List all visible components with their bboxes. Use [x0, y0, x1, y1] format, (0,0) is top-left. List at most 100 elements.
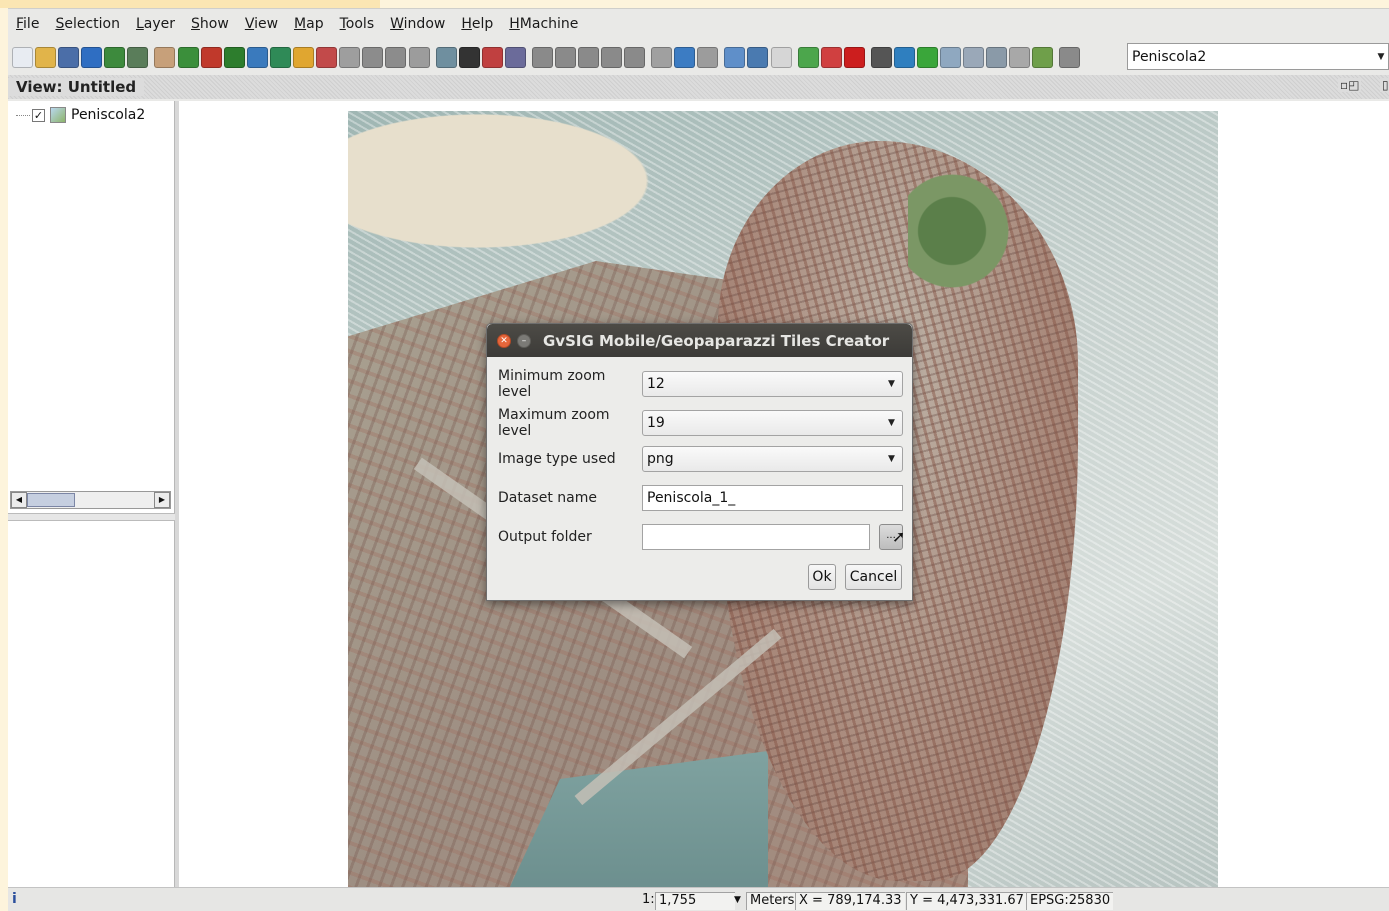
menu-tools[interactable]: Tools — [332, 16, 383, 32]
raster-layer-icon — [50, 107, 66, 123]
geo-tool-icon[interactable] — [797, 46, 819, 68]
min-zoom-label: Minimum zoom level — [498, 368, 606, 400]
upload-icon[interactable] — [81, 46, 103, 68]
dataset-row: Dataset name Peniscola_1_ — [498, 485, 903, 511]
chevron-down-icon: ▼ — [888, 454, 895, 464]
ok-button[interactable]: Ok — [808, 564, 836, 590]
output-folder-label: Output folder — [498, 529, 592, 545]
minimize-icon[interactable]: – — [517, 333, 531, 348]
layer-stack-icon[interactable] — [269, 46, 291, 68]
search-doc-icon[interactable] — [747, 46, 769, 68]
scale-input[interactable]: 1,755 — [655, 892, 735, 910]
menu-layer[interactable]: Layer — [128, 16, 183, 32]
menu-selection[interactable]: Selection — [47, 16, 128, 32]
globe-icon[interactable] — [893, 46, 915, 68]
output-folder-input[interactable] — [642, 524, 870, 550]
max-zoom-row: Maximum zoom level 19 ▼ — [498, 407, 903, 439]
frame-icon[interactable] — [1009, 46, 1031, 68]
browse-folder-button[interactable]: ... ➚ — [879, 524, 906, 550]
scale-dropdown-icon[interactable]: ▼ — [734, 892, 741, 910]
zoom-prev-icon[interactable] — [362, 46, 384, 68]
restore-window-icon[interactable]: ▫◰ — [1338, 78, 1362, 92]
scroll-thumb[interactable] — [27, 493, 75, 507]
zoom-magnify-icon[interactable] — [339, 46, 361, 68]
image-type-row: Image type used png ▼ — [498, 446, 903, 472]
epsg-code: EPSG:25830 — [1026, 892, 1114, 910]
max-zoom-select[interactable]: 19 ▼ — [642, 410, 903, 436]
min-zoom-value: 12 — [647, 376, 665, 392]
cancel-button[interactable]: Cancel — [845, 564, 902, 590]
query-icon[interactable] — [481, 46, 503, 68]
blank-icon[interactable] — [770, 46, 792, 68]
scroll-right-icon[interactable]: ▶ — [154, 492, 170, 508]
map-sheet-icon[interactable] — [986, 46, 1008, 68]
units-label: Meters — [746, 892, 798, 910]
menu-file[interactable]: File — [8, 16, 47, 32]
new-doc-icon[interactable] — [12, 46, 33, 68]
menu-bar: File Selection Layer Show View Map Tools… — [8, 12, 586, 36]
zoom-extent-icon[interactable] — [200, 46, 222, 68]
toc-layer-label: Peniscola2 — [71, 107, 146, 123]
zoom-next-icon[interactable] — [385, 46, 407, 68]
menu-help[interactable]: Help — [453, 16, 501, 32]
toc-horizontal-scrollbar[interactable]: ◀ ▶ — [10, 491, 171, 509]
tools-icon[interactable] — [870, 46, 892, 68]
zoom-layer-icon[interactable] — [293, 46, 315, 68]
target-icon[interactable] — [820, 46, 842, 68]
image-type-value: png — [647, 451, 674, 467]
select-point-icon[interactable] — [531, 46, 553, 68]
panel-divider[interactable] — [8, 513, 175, 521]
pan-hand-icon[interactable] — [154, 46, 176, 68]
toc-layer-item[interactable]: ✓ Peniscola2 — [16, 107, 145, 123]
dialog-titlebar[interactable]: ✕ – GvSIG Mobile/Geopaparazzi Tiles Crea… — [487, 324, 912, 357]
mouse-cursor-icon: ➚ — [892, 527, 906, 546]
zoom-full-icon[interactable] — [177, 46, 199, 68]
zoom-in-icon[interactable] — [223, 46, 245, 68]
image-type-select[interactable]: png ▼ — [642, 446, 903, 472]
menu-view[interactable]: View — [237, 16, 286, 32]
green-square-icon[interactable] — [916, 46, 938, 68]
menu-map[interactable]: Map — [286, 16, 332, 32]
min-zoom-select[interactable]: 12 ▼ — [642, 371, 903, 397]
tree-connector — [16, 114, 30, 116]
layer-visibility-checkbox[interactable]: ✓ — [32, 108, 45, 122]
db-icon[interactable] — [963, 46, 985, 68]
open-folder-icon[interactable] — [35, 46, 57, 68]
maximize-window-icon[interactable]: ▯ — [1380, 78, 1389, 92]
table-icon[interactable] — [651, 46, 673, 68]
menu-hmachine[interactable]: HMachine — [501, 16, 586, 32]
print-icon[interactable] — [504, 46, 526, 68]
layer-edit-icon[interactable] — [1059, 46, 1081, 68]
select-circle-icon[interactable] — [601, 46, 623, 68]
zoom-select-icon[interactable] — [316, 46, 338, 68]
gear-icon[interactable] — [940, 46, 961, 68]
scroll-left-icon[interactable]: ◀ — [11, 492, 27, 508]
scale-prefix: 1: — [642, 892, 655, 907]
arrow-icon[interactable] — [674, 46, 696, 68]
stop-icon[interactable] — [843, 46, 865, 68]
zoom-out-icon[interactable] — [246, 46, 268, 68]
view-title: View: Untitled — [8, 78, 145, 96]
measure-icon[interactable] — [435, 46, 457, 68]
select-rect-icon[interactable] — [554, 46, 576, 68]
link-icon[interactable] — [697, 46, 719, 68]
layer-select[interactable]: Peniscola2 ▼ — [1127, 43, 1389, 70]
menu-show[interactable]: Show — [183, 16, 237, 32]
info-icon[interactable]: i — [12, 891, 17, 907]
dataset-label: Dataset name — [498, 490, 597, 506]
select-line-icon[interactable] — [624, 46, 646, 68]
main-toolbar: Peniscola2 ▼ — [8, 41, 1389, 73]
copy-icon[interactable] — [724, 46, 746, 68]
close-icon[interactable]: ✕ — [497, 333, 511, 348]
add-layer-icon[interactable] — [104, 46, 126, 68]
dataset-name-input[interactable]: Peniscola_1_ — [642, 485, 903, 511]
info-icon[interactable] — [458, 46, 480, 68]
select-poly-icon[interactable] — [577, 46, 599, 68]
save-icon[interactable] — [58, 46, 80, 68]
menu-window[interactable]: Window — [382, 16, 453, 32]
x-coordinate: X = 789,174.33 — [795, 892, 905, 910]
layer-props-icon[interactable] — [127, 46, 149, 68]
zoom-clear-icon[interactable] — [408, 46, 430, 68]
output-folder-row: Output folder ... ➚ — [498, 524, 906, 550]
layer-tool-icon[interactable] — [1032, 46, 1054, 68]
